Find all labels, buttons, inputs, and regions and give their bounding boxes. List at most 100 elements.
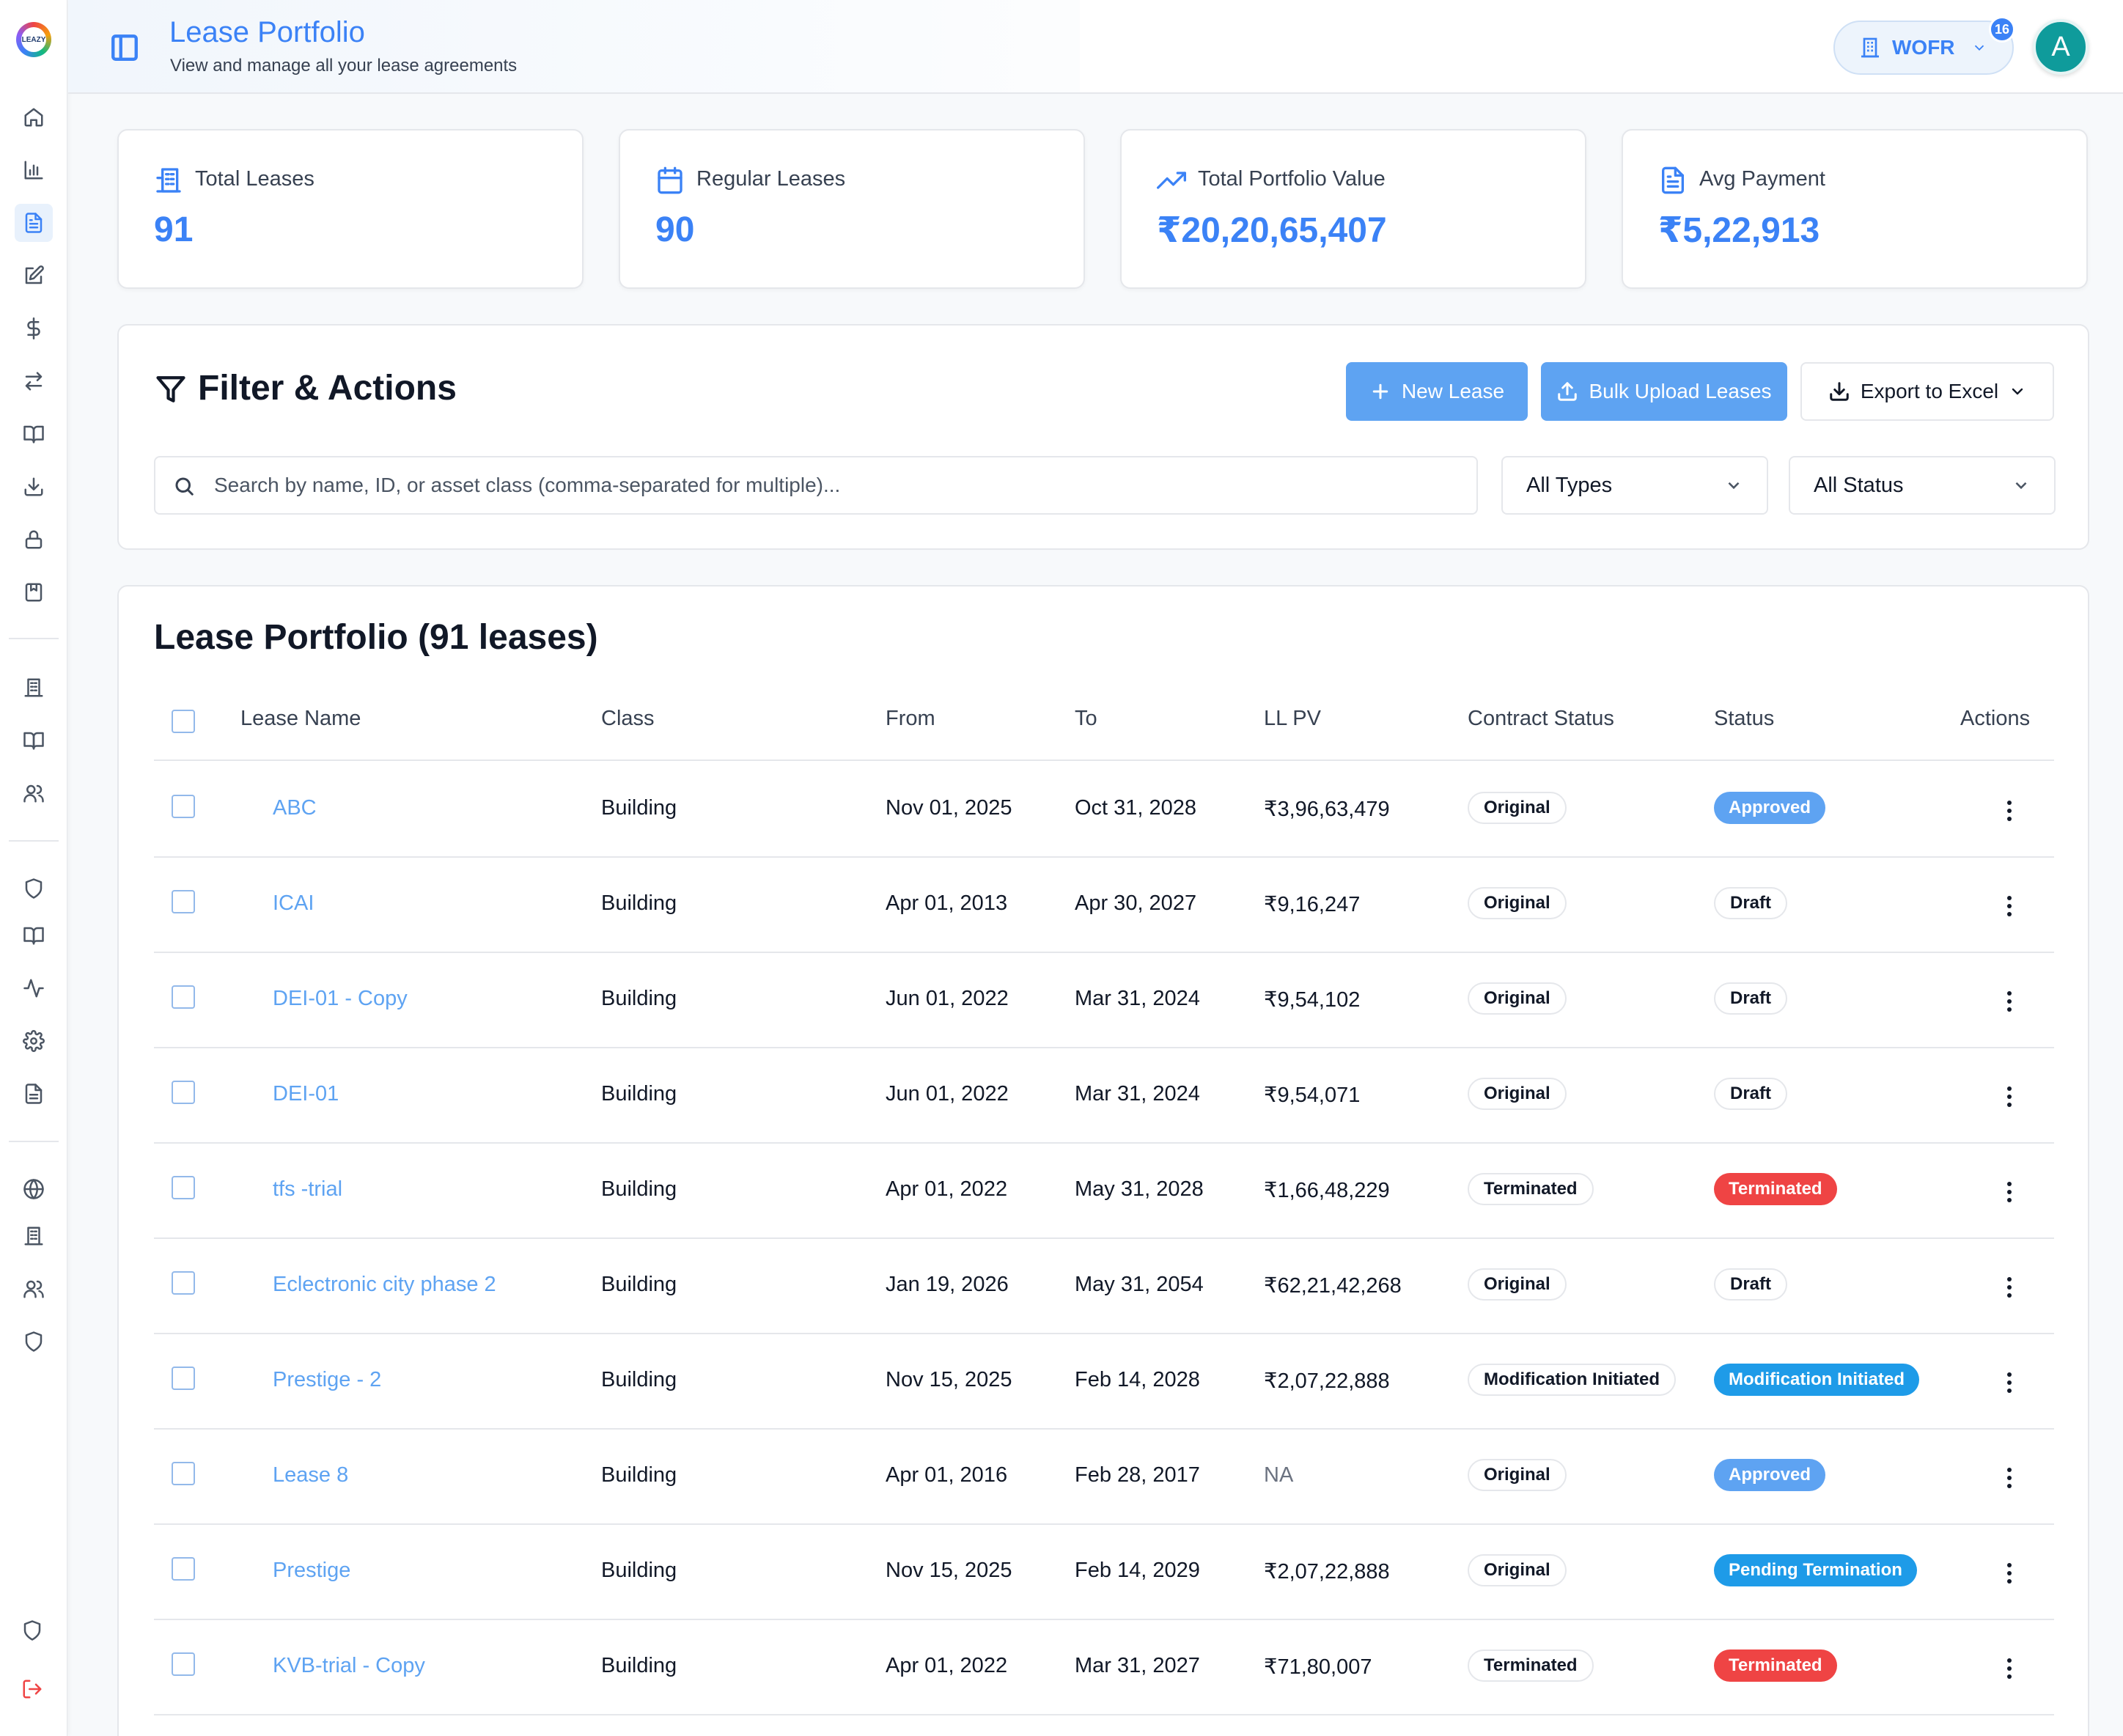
lease-name-link[interactable]: KVB-trial - Copy [273,1654,425,1678]
status-select[interactable]: All Status [1789,456,2056,515]
dollar-icon[interactable] [21,315,47,342]
column-header-contract-status[interactable]: Contract Status [1468,707,1614,731]
search-input[interactable] [214,457,1460,513]
lease-name-link[interactable]: ABC [273,796,317,820]
shield-icon[interactable] [19,1617,45,1644]
bulk-upload-button[interactable]: Bulk Upload Leases [1541,362,1787,421]
lease-name-link[interactable]: Prestige [273,1559,350,1583]
table-row[interactable]: Prestige Building Nov 15, 2025 Feb 14, 2029… [154,1525,2054,1620]
more-actions-icon[interactable] [1998,1559,2020,1588]
book-open-icon[interactable] [21,922,47,949]
lease-class: Building [601,891,677,915]
row-checkbox[interactable] [172,1367,195,1390]
building-icon[interactable] [21,1223,47,1249]
lease-to-date: Apr 30, 2027 [1075,891,1197,915]
lease-name-link[interactable]: tfs -trial [273,1177,342,1202]
column-header-to[interactable]: To [1075,707,1097,731]
select-all-checkbox[interactable] [172,710,195,733]
download-icon [1830,382,1849,401]
more-actions-icon[interactable] [1998,1082,2020,1111]
column-header-lease-name[interactable]: Lease Name [240,707,361,731]
lease-to-date: Feb 14, 2029 [1075,1559,1200,1582]
table-row[interactable]: Eclectronic city phase 2 Building Jan 19, … [154,1239,2054,1334]
settings-icon[interactable] [21,1028,47,1054]
column-header-class[interactable]: Class [601,707,655,731]
type-select-value: All Types [1526,473,1613,497]
more-actions-icon[interactable] [1998,1177,2020,1207]
home-icon[interactable] [21,104,47,130]
bulk-upload-label: Bulk Upload Leases [1589,380,1772,402]
table-row[interactable]: DEI-01 - Copy Building Jun 01, 2022 Mar 31,… [154,953,2054,1048]
lock-icon[interactable] [21,526,47,553]
notification-badge[interactable]: 16 [1989,16,2015,43]
sidebar: LEAZY [0,0,67,1736]
table-row[interactable]: KVB-trial - Copy Building Apr 01, 2022 Mar … [154,1620,2054,1715]
row-checkbox[interactable] [172,1557,195,1581]
more-actions-icon[interactable] [1998,1368,2020,1397]
lease-from-date: Apr 01, 2016 [886,1463,1008,1487]
lease-name-link[interactable]: Lease 8 [273,1463,348,1487]
stat-value: 90 [655,210,695,249]
table-row[interactable]: ICAI Building Apr 01, 2013 Apr 30, 2027 ₹9,1… [154,858,2054,953]
app-logo[interactable]: LEAZY [16,22,51,57]
row-checkbox[interactable] [172,890,195,913]
bar-chart-icon[interactable] [21,157,47,183]
row-checkbox[interactable] [172,985,195,1009]
more-actions-icon[interactable] [1998,1654,2020,1683]
file-text-icon[interactable] [21,1081,47,1107]
more-actions-icon[interactable] [1998,891,2020,921]
column-header-ll-pv[interactable]: LL PV [1264,707,1321,731]
search-field[interactable] [154,456,1478,515]
row-checkbox[interactable] [172,1081,195,1104]
sidebar-toggle-icon[interactable] [109,32,140,63]
users-icon[interactable] [21,780,47,806]
users-icon[interactable] [21,1276,47,1302]
row-checkbox[interactable] [172,795,195,818]
status-badge: Modification Initiated [1714,1364,1919,1396]
status-badge: Approved [1714,792,1826,824]
table-row[interactable]: Prestige - 2 Building Nov 15, 2025 Feb 14, … [154,1334,2054,1430]
shield-icon[interactable] [21,1328,47,1355]
lease-name-link[interactable]: ICAI [273,891,314,916]
logout-icon[interactable] [19,1676,45,1702]
shield-icon[interactable] [21,875,47,902]
organization-switcher[interactable]: WOFR [1833,21,2014,75]
row-checkbox[interactable] [172,1462,195,1485]
row-checkbox[interactable] [172,1176,195,1199]
row-checkbox[interactable] [172,1271,195,1295]
more-actions-icon[interactable] [1998,1463,2020,1493]
more-actions-icon[interactable] [1998,987,2020,1016]
globe-icon[interactable] [21,1176,47,1202]
table-row[interactable]: DEI-01 Building Jun 01, 2022 Mar 31, 2024 ₹9… [154,1048,2054,1144]
lease-table-card: Lease Portfolio (91 leases) Lease Name C… [117,585,2089,1736]
row-checkbox[interactable] [172,1652,195,1676]
table-row[interactable]: Lease 8 Building Apr 01, 2016 Feb 28, 2017 N… [154,1430,2054,1525]
stat-label: Avg Payment [1699,167,1825,191]
building-icon[interactable] [21,674,47,701]
book-icon[interactable] [21,421,47,447]
column-header-from[interactable]: From [886,707,935,731]
table-row[interactable]: ABC Building Nov 01, 2025 Oct 31, 2028 ₹3,96… [154,762,2054,858]
download-icon[interactable] [21,474,47,500]
lease-name-link[interactable]: DEI-01 [273,1082,339,1106]
file-icon [1658,166,1688,195]
more-actions-icon[interactable] [1998,1273,2020,1302]
export-excel-button[interactable]: Export to Excel [1800,362,2054,421]
book-open-icon[interactable] [21,727,47,754]
contract-status-badge: Original [1468,1554,1567,1586]
table-row[interactable]: tfs -trial Building Apr 01, 2022 May 31, 20… [154,1144,2054,1239]
edit-icon[interactable] [21,262,47,289]
bookmark-icon[interactable] [21,579,47,606]
lease-name-link[interactable]: Eclectronic city phase 2 [273,1273,496,1297]
lease-name-link[interactable]: Prestige - 2 [273,1368,381,1392]
lease-name-link[interactable]: DEI-01 - Copy [273,987,408,1011]
new-lease-label: New Lease [1401,380,1505,402]
transfer-icon[interactable] [21,368,47,394]
new-lease-button[interactable]: New Lease [1346,362,1528,421]
activity-icon[interactable] [21,975,47,1001]
document-icon[interactable] [15,204,53,242]
user-avatar[interactable]: A [2033,19,2089,75]
more-actions-icon[interactable] [1998,796,2020,825]
type-select[interactable]: All Types [1501,456,1768,515]
stat-value: ₹20,20,65,407 [1157,211,1387,250]
